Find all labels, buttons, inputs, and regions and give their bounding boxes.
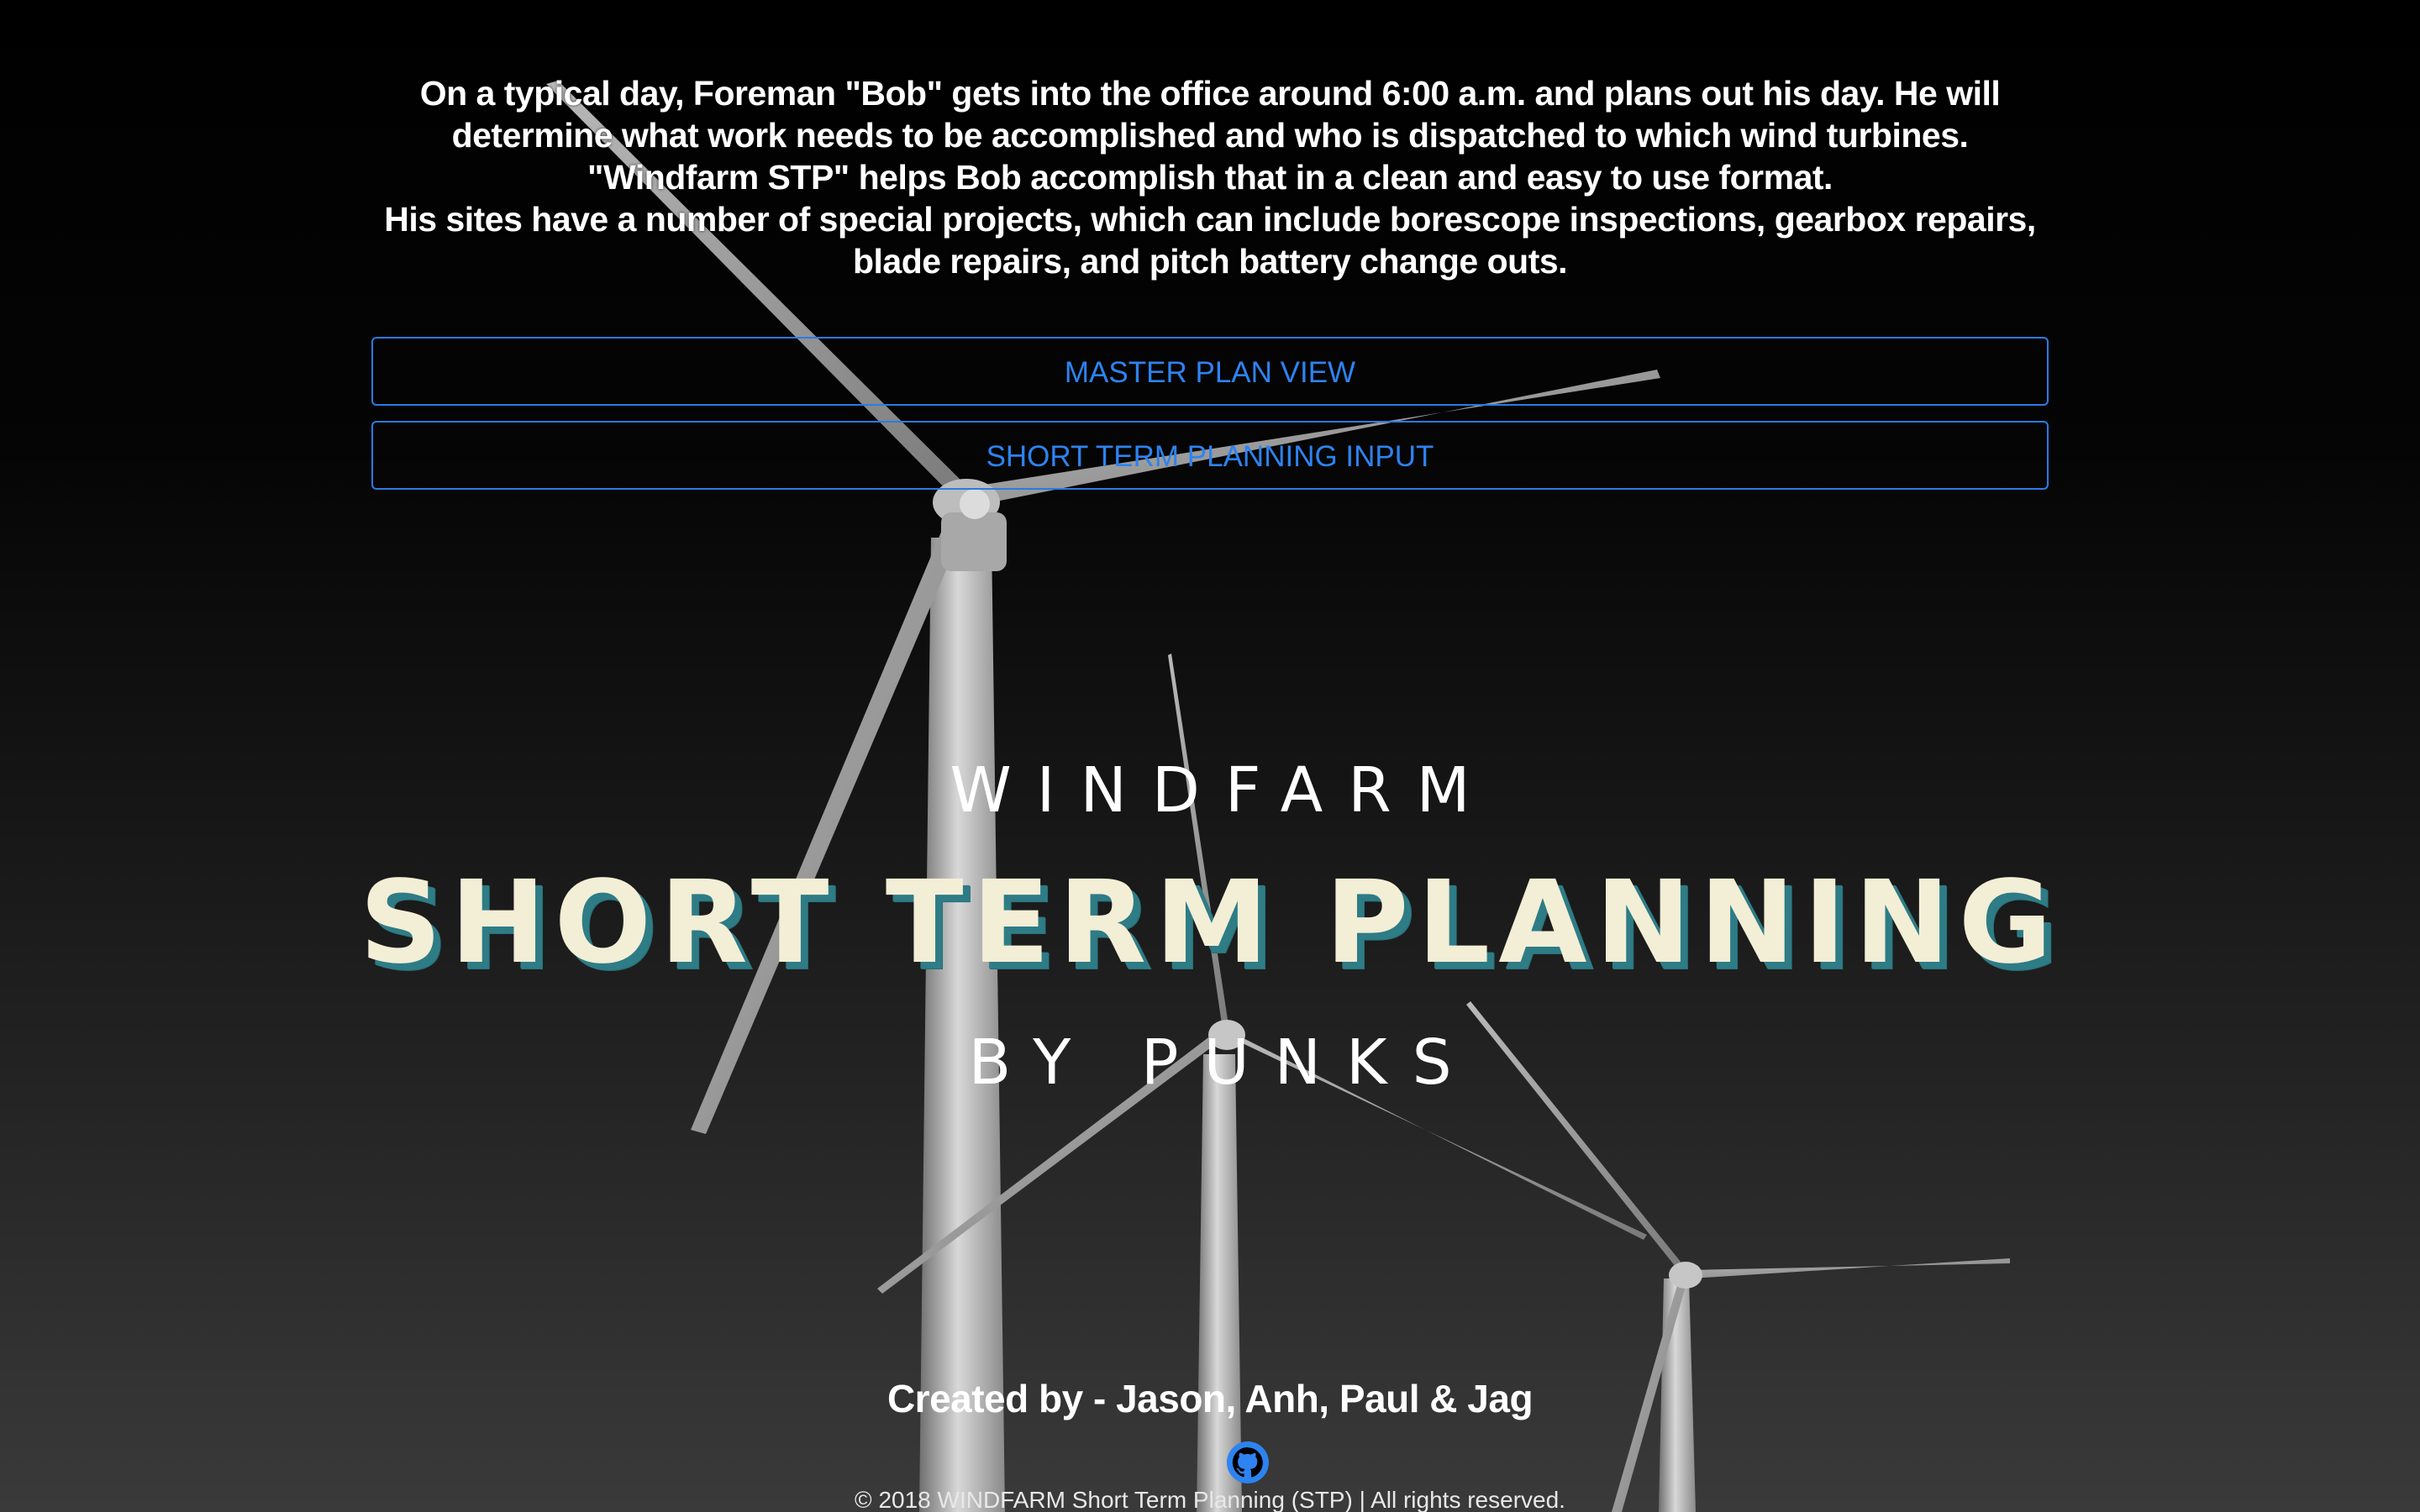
intro-line: "Windfarm STP" helps Bob accomplish that… <box>587 158 1833 197</box>
hero-title-bottom: BY PUNKS <box>968 1026 1477 1099</box>
hero-title-main: SHORT TERM PLANNING <box>359 857 2061 990</box>
landing-page: On a typical day, Foreman "Bob" gets int… <box>0 0 2420 1512</box>
intro-line: determine what work needs to be accompli… <box>451 116 1969 155</box>
intro-line: blade repairs, and pitch battery change … <box>852 242 1568 281</box>
created-by-credit: Created by - Jason, Anh, Paul & Jag <box>886 1377 1534 1420</box>
master-plan-view-button[interactable]: MASTER PLAN VIEW <box>371 337 2049 406</box>
github-icon[interactable] <box>1227 1441 1269 1483</box>
intro-line: On a typical day, Foreman "Bob" gets int… <box>419 74 2001 113</box>
copyright-text: © 2018 WINDFARM Short Term Planning (STP… <box>855 1487 1565 1512</box>
hero-title-top: WINDFARM <box>950 754 1496 827</box>
short-term-planning-input-button[interactable]: SHORT TERM PLANNING INPUT <box>371 421 2049 490</box>
intro-line: His sites have a number of special proje… <box>384 200 2036 239</box>
intro-paragraph: On a typical day, Foreman "Bob" gets int… <box>370 72 2050 282</box>
